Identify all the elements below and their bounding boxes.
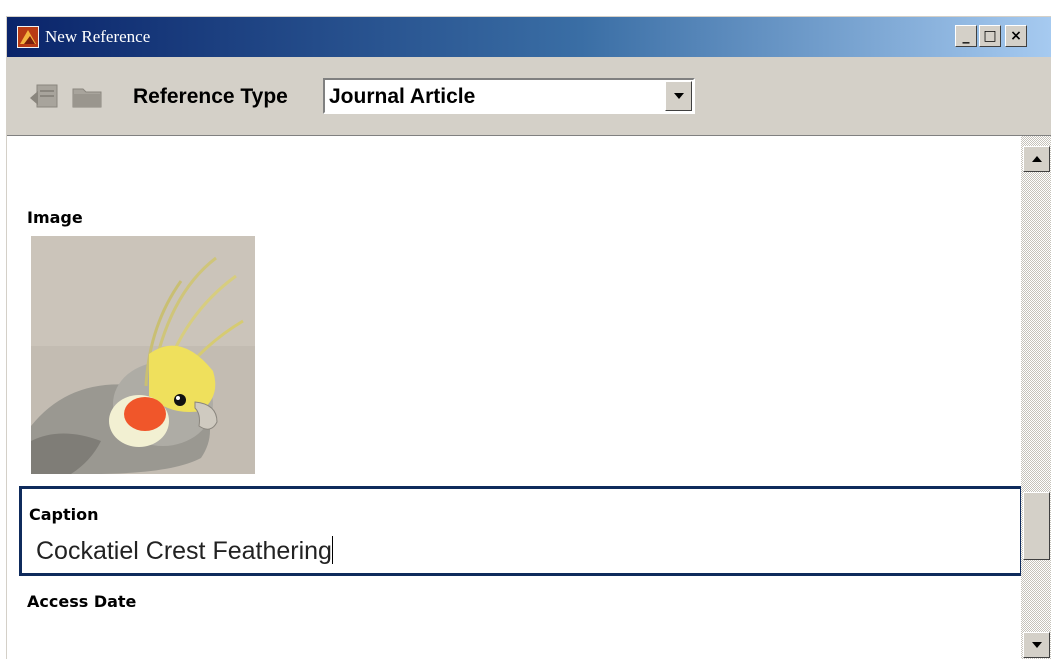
caption-value: Cockatiel Crest Feathering <box>36 537 332 565</box>
window-title: New Reference <box>45 27 151 46</box>
reference-type-dropdown-button[interactable] <box>665 81 692 111</box>
scroll-down-button[interactable] <box>1023 632 1050 658</box>
vertical-scrollbar[interactable] <box>1021 135 1051 659</box>
folder-icon <box>72 88 102 108</box>
scroll-thumb[interactable] <box>1023 492 1050 560</box>
scroll-up-button[interactable] <box>1023 146 1050 172</box>
arrow-down-icon <box>1031 642 1042 648</box>
folder-button[interactable] <box>69 78 105 114</box>
caption-field-label: Caption <box>29 505 99 524</box>
reference-type-label: Reference Type <box>133 85 288 108</box>
maximize-button[interactable]: □ <box>979 25 1001 47</box>
close-button[interactable]: × <box>1005 25 1027 47</box>
toolbar: Reference Type Journal Article <box>7 57 1051 135</box>
caption-field[interactable]: Caption Cockatiel Crest Feathering <box>19 486 1023 576</box>
minimize-button[interactable]: _ <box>955 25 977 47</box>
caption-input[interactable]: Cockatiel Crest Feathering <box>36 536 333 566</box>
text-cursor <box>331 536 333 564</box>
access-date-field-label: Access Date <box>27 592 137 611</box>
arrow-up-icon <box>1031 156 1042 162</box>
reference-type-value: Journal Article <box>329 85 476 108</box>
new-reference-window: New Reference _ □ × Reference Type Journ… <box>6 16 1051 659</box>
title-bar[interactable]: New Reference _ □ × <box>7 17 1051 57</box>
app-icon <box>17 26 39 48</box>
cockatiel-image[interactable] <box>31 236 255 474</box>
back-document-icon <box>30 84 58 108</box>
back-document-button[interactable] <box>27 78 63 114</box>
image-field-label: Image <box>27 208 83 227</box>
chevron-down-icon <box>673 93 684 99</box>
reference-form: Image Caption Cockatiel Crest Feathering… <box>7 135 1023 659</box>
reference-type-select[interactable]: Journal Article <box>323 78 695 114</box>
